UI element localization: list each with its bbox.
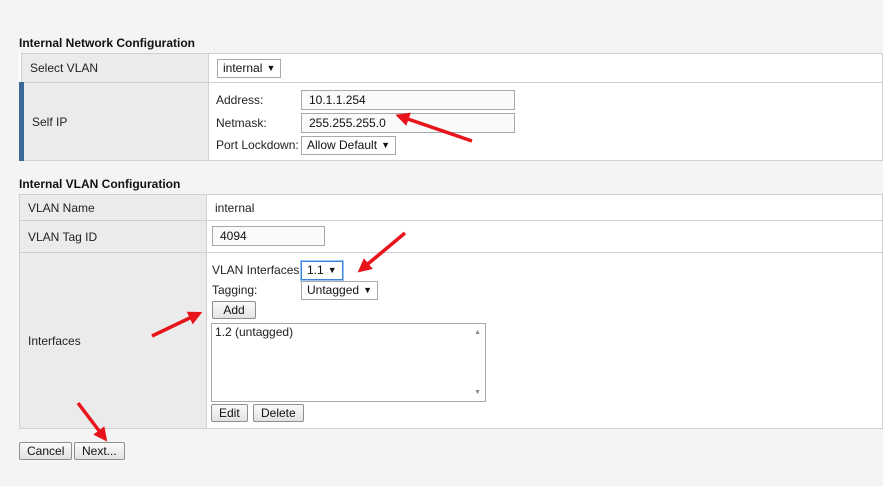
vlan-interfaces-dropdown[interactable]: 1.1 ▼: [301, 261, 343, 280]
next-button[interactable]: Next...: [74, 442, 125, 460]
select-vlan-label: Select VLAN: [21, 53, 209, 83]
vlan-interfaces-value: 1.1: [307, 263, 324, 277]
vlan-name-value: internal: [206, 194, 883, 221]
port-lockdown-value: Allow Default: [307, 138, 378, 152]
chevron-down-icon: ▼: [363, 285, 373, 295]
vlan-interfaces-label: VLAN Interfaces: [212, 263, 300, 277]
vlan-name-label: VLAN Name: [19, 194, 207, 221]
chevron-down-icon: ▼: [381, 140, 391, 150]
interfaces-label: Interfaces: [19, 252, 207, 429]
cancel-button[interactable]: Cancel: [19, 442, 73, 460]
netmask-label: Netmask:: [216, 116, 267, 130]
port-lockdown-label: Port Lockdown:: [216, 138, 299, 152]
tagging-dropdown[interactable]: Untagged ▼: [301, 281, 379, 300]
scroll-up-icon[interactable]: ▲: [474, 329, 481, 336]
list-item[interactable]: 1.2 (untagged): [212, 324, 485, 340]
address-input[interactable]: 10.1.1.254: [301, 90, 515, 110]
add-button[interactable]: Add: [212, 301, 256, 319]
tagging-label: Tagging:: [212, 283, 258, 297]
self-ip-label: Self IP: [19, 82, 209, 161]
select-vlan-dropdown[interactable]: internal ▼: [217, 58, 282, 78]
delete-button[interactable]: Delete: [253, 404, 304, 422]
netmask-input[interactable]: 255.255.255.0: [301, 113, 515, 133]
address-label: Address:: [216, 93, 264, 107]
tagging-value: Untagged: [307, 283, 360, 297]
chevron-down-icon: ▼: [327, 265, 337, 275]
interface-listbox[interactable]: 1.2 (untagged) ▲ ▼: [211, 323, 486, 402]
vlan-tag-input[interactable]: 4094: [212, 226, 325, 246]
vlan-tag-label: VLAN Tag ID: [19, 220, 207, 253]
vlan-section-title: Internal VLAN Configuration: [19, 177, 181, 191]
scroll-down-icon[interactable]: ▼: [474, 389, 481, 396]
chevron-down-icon: ▼: [266, 62, 276, 73]
port-lockdown-dropdown[interactable]: Allow Default ▼: [301, 136, 397, 155]
network-section-title: Internal Network Configuration: [19, 36, 196, 50]
select-vlan-value: internal: [223, 60, 263, 75]
edit-button[interactable]: Edit: [211, 404, 248, 422]
